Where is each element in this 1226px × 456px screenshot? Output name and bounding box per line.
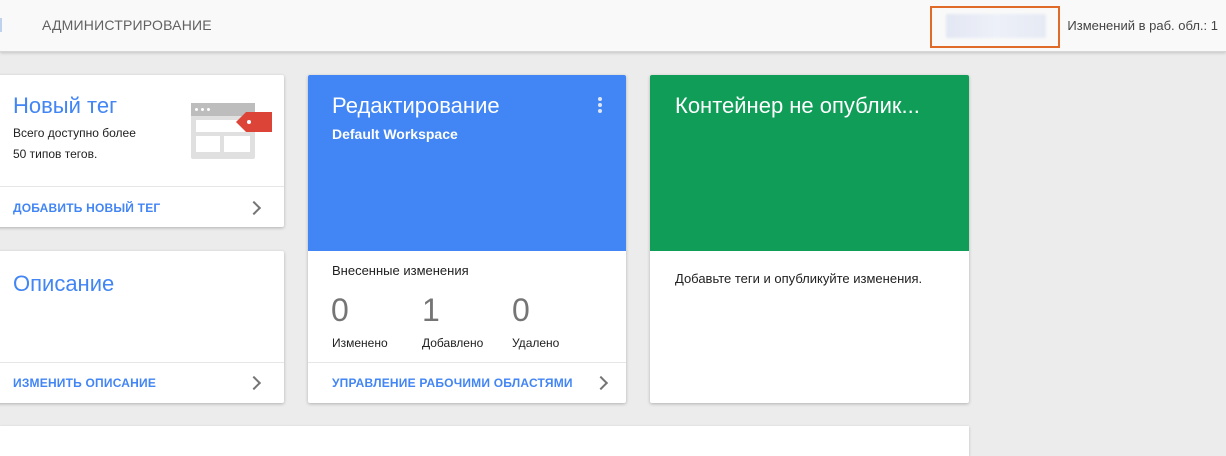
tab-administration[interactable]: АДМИНИСТРИРОВАНИЕ [42,0,212,51]
stat-added-label: Добавлено [422,336,484,350]
new-tag-desc-line2: 50 типов тегов. [13,147,98,161]
stat-added-value: 1 [422,292,440,328]
edit-description-link[interactable]: ИЗМЕНИТЬ ОПИСАНИЕ [13,376,156,390]
top-bar: АДМИНИСТРИРОВАНИЕ Изменений в раб. обл.:… [0,0,1226,52]
new-tag-desc-line1: Всего доступно более [13,126,136,140]
chevron-right-icon[interactable] [246,375,262,391]
add-new-tag-link[interactable]: ДОБАВИТЬ НОВЫЙ ТЕГ [13,201,160,215]
workspace-card[interactable]: Редактирование Default Workspace Внесенн… [308,75,626,403]
highlight-annotation [930,6,1060,48]
card-divider [308,362,626,363]
workspace-name: Default Workspace [332,126,458,142]
workspace-changes-count: Изменений в раб. обл.: 1 [1067,18,1218,33]
container-status-card[interactable]: Контейнер не опублик... Добавьте теги и … [650,75,969,403]
left-edge-tab[interactable] [0,18,2,32]
card-divider [0,186,284,187]
stat-deleted-label: Удалено [512,336,560,350]
workspace-header: Редактирование Default Workspace [308,75,626,251]
chevron-right-icon[interactable] [593,375,609,391]
card-divider [0,362,284,363]
stat-modified-label: Изменено [332,336,388,350]
description-card[interactable]: Описание ИЗМЕНИТЬ ОПИСАНИЕ [0,251,284,403]
manage-workspaces-link[interactable]: УПРАВЛЕНИЕ РАБОЧИМИ ОБЛАСТЯМИ [332,376,573,390]
bottom-card [0,426,969,456]
chevron-right-icon[interactable] [246,200,262,216]
more-vert-icon[interactable] [598,97,602,115]
stat-deleted-value: 0 [512,292,530,328]
workspace-title: Редактирование [332,93,500,118]
changes-heading: Внесенные изменения [332,263,469,278]
container-status-header: Контейнер не опублик... [650,75,969,251]
stat-modified-value: 0 [331,292,349,328]
container-status-body: Добавьте теги и опубликуйте изменения. [675,271,923,286]
new-tag-title[interactable]: Новый тег [13,93,117,119]
description-title[interactable]: Описание [13,271,114,297]
container-status-title: Контейнер не опублик... [675,93,920,118]
